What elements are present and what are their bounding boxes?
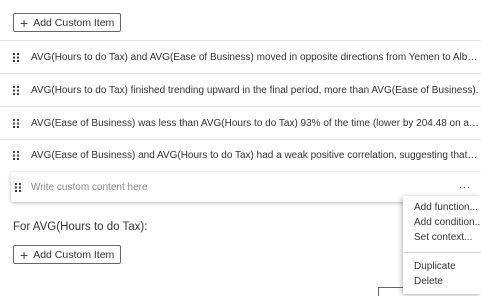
list-item-text: AVG(Hours to do Tax) finished trending u… bbox=[31, 84, 479, 96]
list-item-text: AVG(Ease of Business) and AVG(Hours to d… bbox=[31, 149, 481, 161]
menu-separator bbox=[403, 252, 481, 253]
menu-item-delete[interactable]: Delete bbox=[403, 274, 481, 289]
drag-handle-icon[interactable] bbox=[13, 85, 31, 95]
list-item[interactable]: AVG(Hours to do Tax) and AVG(Ease of Bus… bbox=[0, 41, 481, 73]
list-item-text: AVG(Ease of Business) was less than AVG(… bbox=[31, 117, 481, 129]
add-custom-item-button[interactable]: + Add Custom Item bbox=[13, 245, 121, 264]
menu-item-add-condition[interactable]: Add condition... bbox=[403, 215, 481, 230]
list-item[interactable]: AVG(Hours to do Tax) finished trending u… bbox=[0, 74, 481, 106]
add-custom-item-button[interactable]: + Add Custom Item bbox=[13, 13, 121, 32]
section-title: For AVG(Hours to do Tax): bbox=[13, 221, 148, 233]
list-item[interactable]: AVG(Ease of Business) was less than AVG(… bbox=[0, 107, 481, 139]
list-item-text: AVG(Hours to do Tax) and AVG(Ease of Bus… bbox=[31, 51, 481, 63]
list-item[interactable]: AVG(Ease of Business) and AVG(Hours to d… bbox=[0, 139, 481, 171]
panel-edge bbox=[378, 287, 405, 296]
drag-handle-icon[interactable] bbox=[13, 52, 31, 62]
custom-content-input[interactable] bbox=[31, 181, 411, 193]
more-options-button[interactable]: ... bbox=[459, 179, 471, 191]
drag-handle-icon[interactable] bbox=[13, 150, 31, 160]
add-custom-item-label: Add Custom Item bbox=[33, 16, 115, 29]
menu-item-duplicate[interactable]: Duplicate bbox=[403, 259, 481, 274]
drag-handle-icon[interactable] bbox=[15, 182, 31, 192]
plus-icon: + bbox=[20, 246, 29, 263]
menu-item-set-context[interactable]: Set context... bbox=[403, 230, 481, 245]
context-menu: Add function... Add condition... Set con… bbox=[403, 196, 481, 294]
menu-item-add-function[interactable]: Add function... bbox=[403, 200, 481, 215]
add-custom-item-label: Add Custom Item bbox=[33, 248, 115, 261]
plus-icon: + bbox=[20, 14, 29, 31]
drag-handle-icon[interactable] bbox=[13, 118, 31, 128]
